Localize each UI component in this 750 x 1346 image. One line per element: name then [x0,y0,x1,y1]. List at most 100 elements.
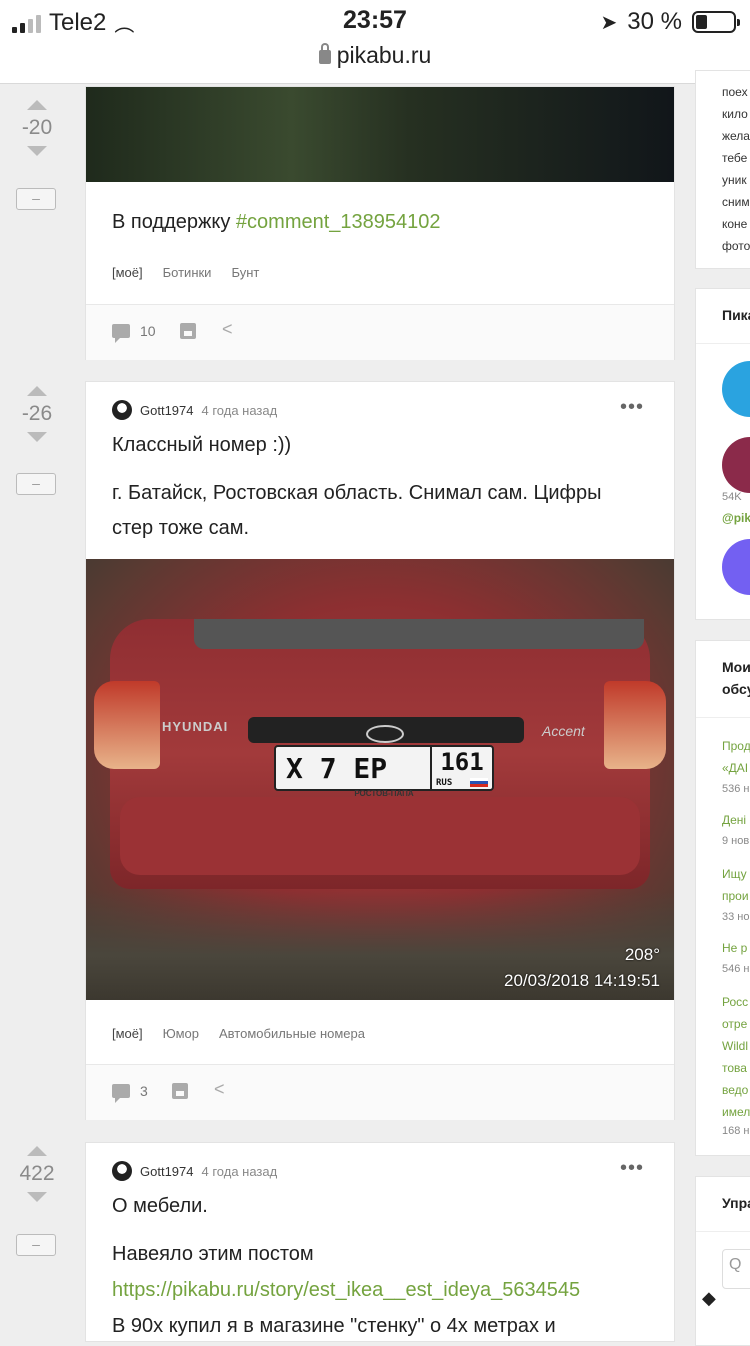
share-button[interactable]: < [222,319,233,340]
share-button[interactable]: < [214,1079,225,1100]
share-icon: < [222,319,233,339]
sidebar-text-line: тебе [722,151,748,165]
discussion-link[interactable]: отре [722,1013,747,1035]
avatar[interactable] [112,400,132,420]
comments-button[interactable]: 3 [112,1083,148,1103]
hyundai-logo-icon [366,725,404,743]
sidebar-heading: обсу [722,681,750,697]
post-time: 4 года назад [201,402,278,418]
photo-date-stamp: 20/03/2018 14:19:51 [504,971,660,990]
sidebar-text-line: сним [722,195,750,209]
story-link[interactable]: https://pikabu.ru/story/est_ikea__est_id… [112,1273,648,1308]
plate-country: RUS [436,778,453,788]
car-model-label: Accent [542,723,585,739]
discussion-link[interactable]: имел [722,1101,750,1123]
post-image[interactable]: HYUNDAI Accent X 7 EP 161 RUS РОСТОВ-ПАПА… [86,559,674,1000]
sidebar-social-card: Пика 54K @pik [695,288,750,620]
viber-icon[interactable] [722,539,750,595]
sidebar-text-line: поех [722,85,748,99]
upvote-icon[interactable] [27,386,47,396]
telegram-channel-icon[interactable] [722,437,750,493]
more-icon[interactable]: ••• [620,1157,644,1180]
tag[interactable]: Юмор [163,1026,199,1041]
discussion-link[interactable]: ведо [722,1079,748,1101]
post-text: Навеяло этим постом [112,1243,314,1265]
downvote-icon[interactable] [27,432,47,442]
post-score: 422 [19,1162,55,1185]
sidebar-heading: Упра [722,1195,750,1211]
post-time: 4 года назад [201,1163,278,1179]
upvote-icon[interactable] [27,100,47,110]
post-title[interactable]: Классный номер :)) [112,434,291,457]
author-name[interactable]: Gott1974 [140,403,194,418]
plate-number: X 7 EP [286,751,388,785]
sidebar-discussions-card: Мои обсу Прод «ДАІ 536 н Дені 9 нов Ищу … [695,640,750,1156]
save-icon [180,323,196,339]
discussion-link[interactable]: Прод [722,735,750,757]
discussion-link[interactable]: Wildl [722,1035,748,1057]
save-icon [172,1083,188,1099]
paint-bucket-icon[interactable]: ◆ [702,1288,716,1309]
sidebar-text-line: уник [722,173,747,187]
downvote-icon[interactable] [27,146,47,156]
comments-button[interactable]: 10 [112,323,156,343]
more-icon[interactable]: ••• [620,396,644,419]
post-footer: 10 < [86,304,674,360]
subscribers-count: 54K [722,491,742,503]
comments-count: 10 [140,323,156,339]
tail-light [94,681,160,769]
post-author: Gott1974 4 года назад [112,400,277,420]
post-card: В поддержку #comment_138954102 [моё] Бот… [85,86,675,360]
discussion-link[interactable]: Дені [722,809,746,831]
collapse-button[interactable]: – [16,473,56,495]
post-text: г. Батайск, Ростовская область. Снимал с… [112,482,602,539]
car-brand-label: HYUNDAI [162,719,229,734]
discussion-link[interactable]: Не р [722,937,747,959]
post-image[interactable] [86,87,674,182]
share-icon: < [214,1079,225,1099]
sidebar-text-line: кило [722,107,748,121]
discussion-meta: 168 н [722,1125,750,1137]
save-button[interactable] [172,1083,188,1099]
downvote-icon[interactable] [27,1192,47,1202]
discussion-link[interactable]: «ДАІ [722,757,748,779]
discussion-link[interactable]: Росс [722,991,748,1013]
discussion-link[interactable]: това [722,1057,747,1079]
post-text: В 90х купил я в магазине "стенку" о 4х м… [112,1315,556,1337]
collapse-button[interactable]: – [16,1234,56,1256]
vote-widget: -26 [12,386,62,442]
sidebar-heading: Мои [722,659,750,675]
discussion-link[interactable]: Ищу [722,863,747,885]
avatar[interactable] [112,1161,132,1181]
search-input[interactable]: Q [722,1249,750,1289]
tag[interactable]: Ботинки [163,265,212,280]
post-score: -26 [21,402,53,425]
post-card: Gott1974 4 года назад ••• О мебели. Наве… [85,1142,675,1342]
comment-icon [112,1084,130,1103]
tag[interactable]: [моё] [112,1026,143,1041]
sidebar-text-line: коне [722,217,748,231]
telegram-icon[interactable] [722,361,750,417]
tag[interactable]: Автомобильные номера [219,1026,365,1041]
vote-widget: 422 [12,1146,62,1202]
post-author: Gott1974 4 года назад [112,1161,277,1181]
comment-link[interactable]: #comment_138954102 [236,211,441,233]
comment-icon [112,324,130,343]
post-title[interactable]: О мебели. [112,1195,208,1218]
comments-count: 3 [140,1083,148,1099]
address-bar[interactable]: pikabu.ru [0,42,750,69]
author-name[interactable]: Gott1974 [140,1164,194,1179]
social-handle[interactable]: @pik [722,507,750,529]
tag[interactable]: Бунт [231,265,259,280]
tail-light [604,681,666,769]
photo-angle-stamp: 208° [624,945,660,964]
tag[interactable]: [моё] [112,265,143,280]
upvote-icon[interactable] [27,1146,47,1156]
sidebar-manage-card: Упра Q [695,1176,750,1346]
save-button[interactable] [180,323,196,339]
post-text: В поддержку #comment_138954102 [112,211,441,233]
status-right: ➤ 30 % [601,8,740,36]
discussion-meta: 9 нов [722,835,750,847]
discussion-link[interactable]: прои [722,885,749,907]
collapse-button[interactable]: – [16,188,56,210]
